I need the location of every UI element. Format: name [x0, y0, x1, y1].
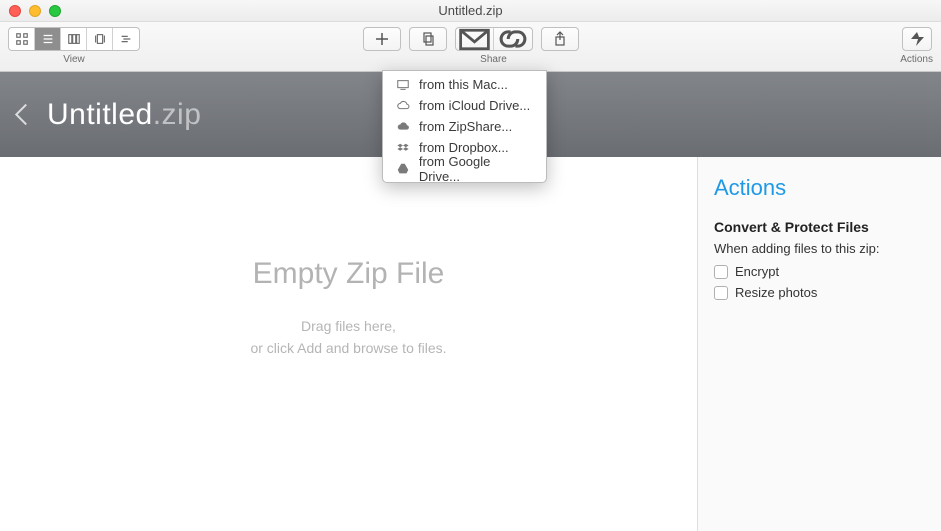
main-area[interactable]: Empty Zip File Drag files here, or click… [0, 157, 697, 531]
actions-label: Actions [900, 54, 933, 65]
file-name: Untitled.zip [47, 98, 201, 132]
view-segmented [8, 27, 140, 51]
view-group: View [8, 27, 140, 65]
add-button[interactable] [363, 27, 401, 51]
view-columns-button[interactable] [61, 28, 87, 50]
add-from-mac[interactable]: from this Mac... [383, 74, 546, 95]
checkbox-box [714, 286, 728, 300]
actions-button[interactable] [902, 27, 932, 51]
actions-panel-title: Actions [714, 175, 925, 201]
encrypt-checkbox[interactable]: Encrypt [714, 264, 925, 279]
copy-button[interactable] [409, 27, 447, 51]
link-button[interactable] [494, 28, 532, 50]
checkbox-box [714, 265, 728, 279]
view-icons-button[interactable] [9, 28, 35, 50]
file-basename: Untitled [47, 98, 153, 131]
titlebar: Untitled.zip [0, 0, 941, 22]
add-from-gdrive[interactable]: from Google Drive... [383, 158, 546, 179]
share-group: Share [455, 27, 533, 65]
center-toolbar: Share [363, 27, 579, 65]
share-button[interactable] [541, 27, 579, 51]
menu-item-label: from iCloud Drive... [419, 98, 530, 113]
cloud-solid-icon [395, 120, 411, 134]
window-title: Untitled.zip [0, 3, 941, 18]
empty-line2: or click Add and browse to files. [250, 337, 446, 359]
add-dropdown: from this Mac... from iCloud Drive... fr… [382, 70, 547, 183]
content: Empty Zip File Drag files here, or click… [0, 157, 941, 531]
view-list-button[interactable] [35, 28, 61, 50]
empty-title: Empty Zip File [253, 257, 445, 291]
menu-item-label: from Google Drive... [419, 154, 534, 184]
view-coverflow-button[interactable] [87, 28, 113, 50]
view-label: View [63, 54, 85, 65]
actions-section-header: Convert & Protect Files [714, 219, 925, 235]
checkbox-label: Resize photos [735, 285, 817, 300]
empty-line1: Drag files here, [250, 315, 446, 337]
menu-item-label: from this Mac... [419, 77, 508, 92]
add-from-icloud[interactable]: from iCloud Drive... [383, 95, 546, 116]
gdrive-icon [395, 162, 411, 176]
actions-panel: Actions Convert & Protect Files When add… [697, 157, 941, 531]
actions-section-subtitle: When adding files to this zip: [714, 241, 925, 256]
add-from-zipshare[interactable]: from ZipShare... [383, 116, 546, 137]
file-ext: .zip [153, 98, 202, 131]
toolbar: View Share Actions from this Mac... from… [0, 22, 941, 72]
back-chevron-icon[interactable] [15, 104, 36, 125]
monitor-icon [395, 78, 411, 92]
checkbox-label: Encrypt [735, 264, 779, 279]
cloud-icon [395, 99, 411, 113]
view-groups-button[interactable] [113, 28, 139, 50]
share-pair [455, 27, 533, 51]
resize-photos-checkbox[interactable]: Resize photos [714, 285, 925, 300]
share-label: Share [480, 54, 507, 65]
actions-group: Actions [900, 27, 933, 65]
mail-button[interactable] [456, 28, 494, 50]
empty-subtitle: Drag files here, or click Add and browse… [250, 315, 446, 360]
menu-item-label: from ZipShare... [419, 119, 512, 134]
dropbox-icon [395, 141, 411, 155]
